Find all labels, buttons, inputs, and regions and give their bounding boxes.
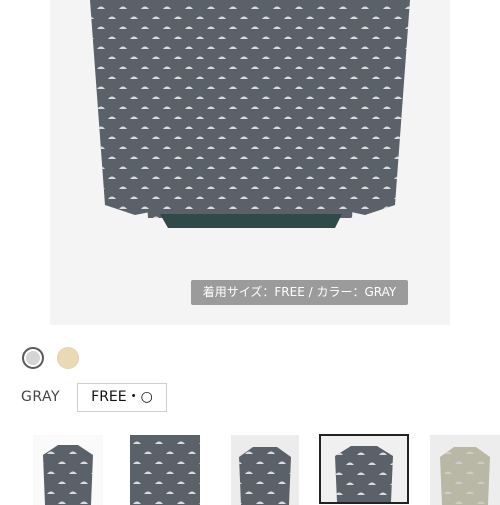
thumbnail-fabric-closeup-image: [130, 435, 200, 505]
thumbnail-model-front-image: [239, 447, 291, 505]
thumbnail-front-view-image: [43, 445, 93, 505]
thumbnail-model-front-selected-image: [335, 446, 393, 502]
thumbnail-front-view[interactable]: [33, 435, 103, 505]
color-swatch-gray[interactable]: [22, 347, 44, 369]
product-main-image[interactable]: 着用サイズ：FREE / カラー：GRAY: [50, 0, 450, 325]
thumbnail-model-front[interactable]: [231, 435, 299, 505]
size-option-free[interactable]: FREE・○: [77, 383, 167, 412]
selected-color-label: GRAY: [21, 389, 61, 405]
image-caption: 着用サイズ：FREE / カラー：GRAY: [191, 280, 408, 305]
thumbnail-fabric-closeup[interactable]: [130, 435, 200, 505]
color-swatch-beige[interactable]: [57, 347, 79, 369]
thumbnail-model-front-selected[interactable]: [319, 434, 409, 504]
thumbnail-beige-variant-image: [440, 447, 490, 505]
thumbnail-beige-variant[interactable]: [430, 435, 500, 505]
sweater-illustration: [90, 0, 410, 228]
